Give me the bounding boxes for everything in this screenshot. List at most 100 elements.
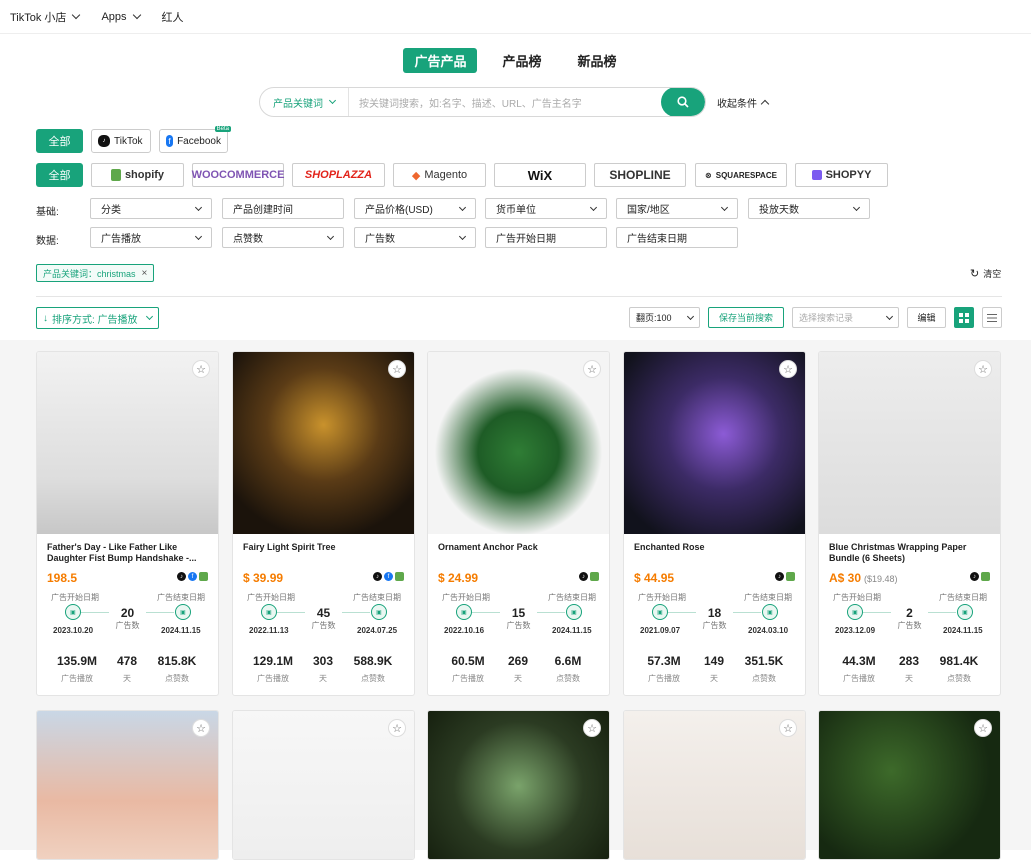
star-icon[interactable]: ☆ (583, 719, 601, 737)
chevron-down-icon (72, 10, 81, 20)
end-date-label: 广告结束日期 (548, 593, 596, 602)
chevron-down-icon (194, 203, 203, 211)
star-icon[interactable]: ☆ (192, 719, 210, 737)
product-title[interactable]: Enchanted Rose (634, 542, 798, 553)
platform-facebook[interactable]: f Facebook Beta (159, 126, 231, 153)
star-icon[interactable]: ☆ (388, 719, 406, 737)
product-card[interactable]: ☆ Enchanted Rose $ 44.95 ♪ 广告开始日期 广告结束日期… (623, 351, 806, 696)
store-all-button[interactable]: 全部 (36, 163, 83, 187)
store-wix[interactable]: WiX (494, 163, 586, 187)
product-card[interactable]: ☆ (818, 710, 1001, 860)
tab-ad-products[interactable]: 广告产品 (403, 48, 478, 73)
product-title[interactable]: Ornament Anchor Pack (438, 542, 602, 553)
ad-count: 18 (707, 606, 722, 620)
store-shopify[interactable]: shopify (91, 163, 184, 187)
product-image[interactable] (37, 711, 218, 859)
product-stats: 135.9M 广告播放 478 天 815.8K 点赞数 (37, 654, 218, 684)
filter-price[interactable]: 产品价格(USD) (354, 198, 476, 219)
search-type-select[interactable]: 产品关键词 (260, 88, 349, 116)
product-title[interactable]: Father's Day - Like Father Like Daughter… (47, 542, 211, 564)
store-squarespace[interactable]: ⊗ SQUARESPACE (695, 163, 787, 187)
product-price: $ 39.99 (243, 571, 284, 585)
filter-ad-start-date[interactable]: 广告开始日期 (485, 227, 607, 248)
star-icon[interactable]: ☆ (779, 360, 797, 378)
star-icon[interactable]: ☆ (583, 360, 601, 378)
product-title[interactable]: Fairy Light Spirit Tree (243, 542, 407, 553)
edit-button[interactable]: 编辑 (907, 307, 946, 328)
store-magento[interactable]: ◆ Magento (393, 163, 486, 187)
product-price: A$ 30 ($19.48) (829, 571, 898, 585)
nav-influencers[interactable]: 红人 (162, 9, 184, 25)
product-card[interactable]: ☆ (232, 710, 415, 860)
filter-ad-end-date[interactable]: 广告结束日期 (616, 227, 738, 248)
filter-currency[interactable]: 货币单位 (485, 198, 607, 219)
filter-ad-plays[interactable]: 广告播放 (90, 227, 212, 248)
chevron-down-icon (686, 312, 695, 320)
star-icon[interactable]: ☆ (974, 719, 992, 737)
star-icon[interactable]: ☆ (192, 360, 210, 378)
tab-new-products[interactable]: 新品榜 (567, 48, 628, 73)
product-price: 198.5 (47, 571, 78, 585)
chevron-down-icon (145, 312, 153, 321)
product-title[interactable]: Blue Christmas Wrapping Paper Bundle (6 … (829, 542, 993, 564)
list-view-button[interactable] (982, 307, 1002, 328)
clear-filters-button[interactable]: ↻ 清空 (970, 267, 1001, 280)
stat-plays: 44.3M 广告播放 (842, 654, 876, 683)
product-price: $ 24.99 (438, 571, 479, 585)
stat-likes: 815.8K 点赞数 (157, 654, 197, 683)
product-image[interactable] (428, 711, 609, 859)
filter-likes[interactable]: 点赞数 (222, 227, 344, 248)
store-shopline[interactable]: SHOPLINE (594, 163, 686, 187)
filter-days[interactable]: 投放天数 (748, 198, 870, 219)
stat-plays: 129.1M 广告播放 (252, 654, 294, 683)
grid-view-button[interactable] (954, 307, 974, 328)
product-image[interactable] (819, 352, 1000, 534)
store-woocommerce[interactable]: WOOCOMMERCE (192, 163, 284, 187)
ad-timeline: 广告开始日期 广告结束日期 ▣ ▣ 18 广告数 2021.09.07 2024… (624, 592, 805, 652)
star-icon[interactable]: ☆ (974, 360, 992, 378)
filter-country[interactable]: 国家/地区 (616, 198, 738, 219)
star-icon[interactable]: ☆ (388, 360, 406, 378)
store-shopyy[interactable]: SHOPYY (795, 163, 888, 187)
search-history-select[interactable]: 选择搜索记录 (792, 307, 899, 328)
platform-all-button[interactable]: 全部 (36, 129, 83, 153)
stat-plays: 60.5M 广告播放 (451, 654, 485, 683)
nav-tiktok-shop[interactable]: TikTok 小店 (10, 9, 81, 25)
start-date-label: 广告开始日期 (638, 593, 686, 602)
nav-apps[interactable]: Apps (101, 11, 141, 23)
page-size-select[interactable]: 翻页:100 (629, 307, 700, 328)
product-image[interactable] (624, 711, 805, 859)
chevron-down-icon (194, 232, 203, 240)
filter-created-time[interactable]: 产品创建时间 (222, 198, 344, 219)
product-card[interactable]: ☆ Father's Day - Like Father Like Daught… (36, 351, 219, 696)
platform-tiktok[interactable]: ♪ TikTok (91, 129, 151, 153)
product-image[interactable] (37, 352, 218, 534)
filter-category[interactable]: 分类 (90, 198, 212, 219)
collapse-filters-button[interactable]: 收起条件 (717, 95, 770, 110)
filter-ad-count[interactable]: 广告数 (354, 227, 476, 248)
product-image[interactable] (428, 352, 609, 534)
product-image[interactable] (233, 352, 414, 534)
search-input[interactable]: 按关键词搜索，如:名字、描述、URL、广告主名字 (349, 95, 661, 110)
tiktok-icon: ♪ (775, 572, 784, 581)
save-search-button[interactable]: 保存当前搜索 (708, 307, 784, 328)
product-card[interactable]: ☆ Fairy Light Spirit Tree $ 39.99 ♪ f 广告开… (232, 351, 415, 696)
product-card[interactable]: ☆ (427, 710, 610, 860)
product-card[interactable]: ☆ Blue Christmas Wrapping Paper Bundle (… (818, 351, 1001, 696)
store-shoplazza[interactable]: SHOPLAZZA (292, 163, 385, 187)
star-icon[interactable]: ☆ (779, 719, 797, 737)
beta-badge: Beta (214, 126, 231, 132)
start-date-label: 广告开始日期 (442, 593, 490, 602)
tab-product-rank[interactable]: 产品榜 (491, 48, 552, 73)
product-image[interactable] (819, 711, 1000, 859)
product-card[interactable]: ☆ Ornament Anchor Pack $ 24.99 ♪ 广告开始日期 … (427, 351, 610, 696)
product-card[interactable]: ☆ (36, 710, 219, 860)
sort-select[interactable]: ↓ 排序方式: 广告播放 (36, 307, 159, 329)
product-image[interactable] (624, 352, 805, 534)
end-date-label: 广告结束日期 (939, 593, 987, 602)
search-button[interactable] (661, 88, 705, 116)
product-image[interactable] (233, 711, 414, 859)
product-card[interactable]: ☆ (623, 710, 806, 860)
stat-days: 478 天 (116, 654, 138, 683)
close-icon[interactable]: × (142, 268, 148, 279)
